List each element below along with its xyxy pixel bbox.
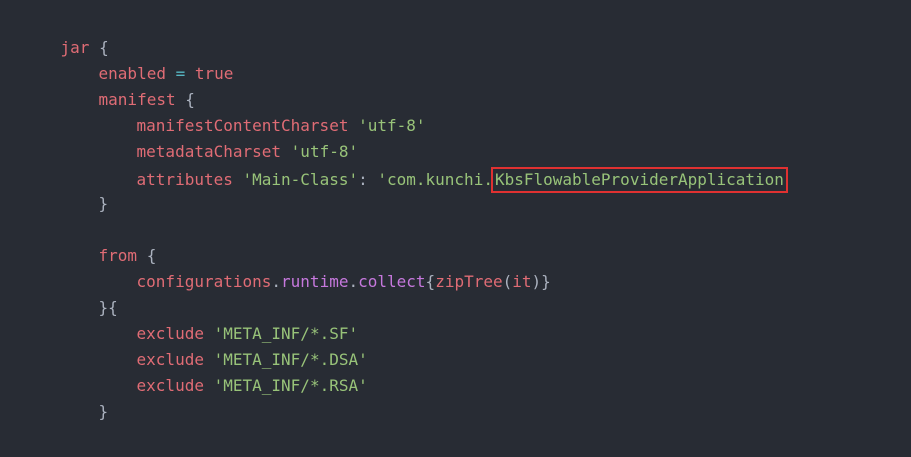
highlighted-class-name: KbsFlowableProviderApplication xyxy=(490,167,788,193)
string-exclude-rsa: 'META_INF/*.RSA' xyxy=(213,376,368,395)
code-line-15: } xyxy=(60,379,109,421)
code-line-9: from { xyxy=(60,223,157,265)
brace-close: } xyxy=(541,272,551,291)
brace-close: } xyxy=(98,194,109,213)
code-line-6: attributes 'Main-Class': 'com.kunchi. Kbs… xyxy=(98,145,788,193)
code-line-11: }{ xyxy=(60,275,118,317)
code-line-4: manifestContentCharset 'utf-8' xyxy=(98,93,426,135)
keyword-configurations: configurations xyxy=(136,272,272,291)
paren-close: ) xyxy=(531,272,542,291)
colon: : xyxy=(358,170,378,189)
brace-close: } xyxy=(98,402,109,421)
code-line-12: exclude 'META_INF/*.SF' xyxy=(98,301,359,343)
function-zipTree: zipTree xyxy=(435,272,503,291)
keyword-runtime: runtime xyxy=(281,272,349,291)
brace-open: { xyxy=(425,272,436,291)
keyword-it: it xyxy=(512,272,532,291)
keyword-attributes: attributes xyxy=(136,170,233,189)
dot: . xyxy=(271,272,282,291)
code-line-17: } xyxy=(22,431,71,457)
paren-open: ( xyxy=(502,272,513,291)
dot: . xyxy=(348,272,359,291)
code-line-2: enabled = true xyxy=(60,41,234,83)
string-package-prefix: 'com.kunchi. xyxy=(377,170,493,189)
code-line-5: metadataCharset 'utf-8' xyxy=(98,119,359,161)
code-block: jar { enabled = true manifest { manifest… xyxy=(0,0,911,457)
function-collect: collect xyxy=(358,272,426,291)
string-utf8: 'utf-8' xyxy=(358,116,426,135)
string-main-class: 'Main-Class' xyxy=(242,170,359,189)
code-line-14: exclude 'META_INF/*.RSA' xyxy=(98,353,368,395)
keyword-exclude: exclude xyxy=(136,376,204,395)
code-line-13: exclude 'META_INF/*.DSA' xyxy=(98,327,368,369)
code-line-7: } xyxy=(60,171,109,213)
code-line-1: jar { xyxy=(22,15,109,57)
value-true: true xyxy=(194,64,234,83)
code-line-3: manifest { xyxy=(60,67,195,109)
code-line-10: configurations.runtime.collect{zipTree(i… xyxy=(98,249,551,291)
